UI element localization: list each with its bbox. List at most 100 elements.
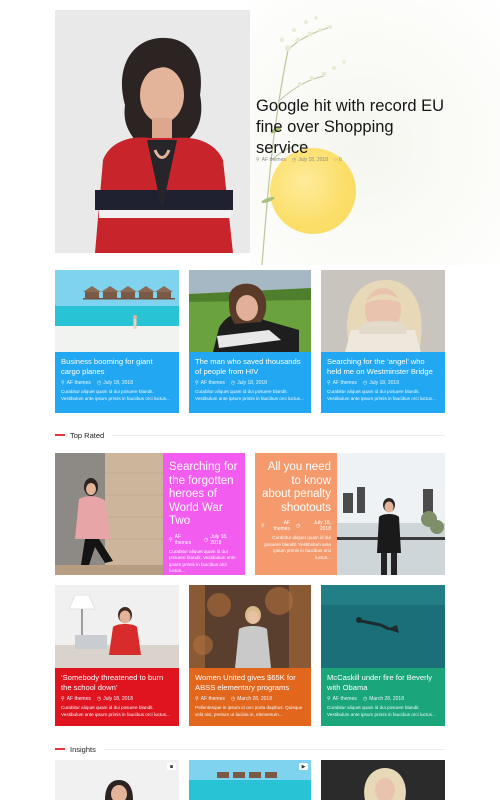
author-name[interactable]: AF themes [333,696,357,702]
comments-meta[interactable]: ○ 0 [334,157,342,163]
feature-excerpt: Curabitur aliquet quam id dui posuere bl… [264,535,331,560]
insight-card[interactable]: ▶ [189,760,311,800]
post-image[interactable] [189,585,311,668]
post-title[interactable]: Women United gives $65K for ABSS element… [195,673,305,693]
feature-meta: ⚲ AF themes ◷ July 18, 2018 [261,520,331,532]
post-image[interactable] [321,585,445,668]
feature-excerpt: Curabitur aliquet quam id dui posuere bl… [169,548,236,574]
post-card[interactable]: ‘Somebody threatened to burn the school … [55,585,179,726]
section-accent-bar [55,434,65,436]
clock-icon: ◷ [230,380,236,386]
post-date: July 18, 2018 [210,533,228,546]
post-body: Women United gives $65K for ABSS element… [189,668,311,726]
author-name[interactable]: AF themes [175,534,198,546]
hero-title[interactable]: Google hit with record EU fine over Shop… [256,96,446,159]
user-icon: ⚲ [256,157,260,163]
insight-card[interactable]: ◙ [55,760,179,800]
post-title[interactable]: The man who saved thousands of people fr… [195,357,305,377]
author-name[interactable]: AF themes [267,520,290,532]
post-card[interactable]: McCaskill under fire for Beverly with Ob… [321,585,445,726]
post-image[interactable] [321,270,445,352]
feature-image[interactable] [55,453,163,575]
post-meta: ⚲ AF themes ◷ March 28, 2018 [327,696,439,702]
author-name[interactable]: AF themes [201,380,225,386]
user-icon: ⚲ [195,696,199,702]
post-image[interactable] [189,270,311,352]
post-body: ‘Somebody threatened to burn the school … [55,668,179,726]
post-card[interactable]: Searching for the ‘angel’ who held me on… [321,270,445,413]
date-meta: ◷ July 18, 2018 [292,157,328,163]
post-title[interactable]: Business booming for giant cargo planes [61,357,173,377]
post-card[interactable]: Women United gives $65K for ABSS element… [189,585,311,726]
hero-image[interactable] [55,10,250,253]
section-title[interactable]: Top Rated [70,431,104,440]
camera-icon: ◙ [167,763,176,770]
post-meta: ⚲ AF themes ◷ July 18, 2018 [61,696,173,702]
post-card[interactable]: The man who saved thousands of people fr… [189,270,311,413]
feature-title[interactable]: Searching for the forgotten heroes of Wo… [169,461,239,529]
feature-image[interactable] [337,453,445,575]
clock-icon: ◷ [291,157,297,163]
section-heading-top-rated: Top Rated [55,430,445,440]
clock-icon: ◷ [295,523,301,529]
author-name[interactable]: AF themes [333,380,357,386]
comment-count[interactable]: 0 [339,157,342,163]
post-image[interactable] [55,270,179,352]
user-icon: ⚲ [261,523,265,529]
post-date: July 18, 2018 [103,380,133,386]
section-divider [103,748,445,750]
post-excerpt: Curabitur aliquet quam id dui posuere bl… [61,389,170,401]
author-name[interactable]: AF themes [201,696,225,702]
feature-title[interactable]: All you need to know about penalty shoot… [261,461,331,515]
section-heading-insights: Insights [55,744,445,754]
feature-content: Searching for the forgotten heroes of Wo… [163,453,245,575]
clock-icon: ◷ [203,536,209,543]
user-icon: ⚲ [327,696,331,702]
feature-card[interactable]: All you need to know about penalty shoot… [255,453,445,575]
post-body: Searching for the ‘angel’ who held me on… [321,352,445,413]
user-icon: ⚲ [169,536,173,543]
post-body: Business booming for giant cargo planes … [55,352,179,413]
post-excerpt: Pellentesque in ipsum id orci porta dapi… [195,705,303,717]
post-excerpt: Curabitur aliquet quam id dui posuere bl… [61,705,170,717]
feature-card[interactable]: Searching for the forgotten heroes of Wo… [55,453,245,575]
post-title[interactable]: ‘Somebody threatened to burn the school … [61,673,173,693]
hero-meta: ⚲ AF themes ◷ July 18, 2018 ○ 0 [256,157,342,163]
clock-icon: ◷ [96,380,102,386]
post-card[interactable]: Business booming for giant cargo planes … [55,270,179,413]
clock-icon: ◷ [96,696,102,702]
post-body: McCaskill under fire for Beverly with Ob… [321,668,445,726]
section-accent-bar [55,748,65,750]
section-title[interactable]: Insights [70,745,96,754]
post-date: July 18, 2018 [237,380,267,386]
post-title[interactable]: Searching for the ‘angel’ who held me on… [327,357,439,377]
user-icon: ⚲ [327,380,331,386]
post-date: July 18, 2018 [103,696,133,702]
post-date: July 18, 2018 [313,520,331,532]
post-title[interactable]: McCaskill under fire for Beverly with Ob… [327,673,439,693]
post-meta: ⚲ AF themes ◷ July 18, 2018 [327,380,439,386]
clock-icon: ◷ [230,696,236,702]
post-meta: ⚲ AF themes ◷ July 18, 2018 [195,380,305,386]
user-icon: ⚲ [61,696,65,702]
author-name[interactable]: AF themes [67,380,91,386]
video-icon: ▶ [299,763,308,770]
insight-card[interactable] [321,760,445,800]
post-date: March 28, 2018 [237,696,272,702]
post-date: July 18, 2018 [298,157,328,163]
author-meta[interactable]: ⚲ AF themes [256,157,286,163]
feature-content: All you need to know about penalty shoot… [255,453,337,575]
post-meta: ⚲ AF themes ◷ July 18, 2018 [61,380,173,386]
user-icon: ⚲ [61,380,65,386]
author-name[interactable]: AF themes [67,696,91,702]
post-date: July 18, 2018 [369,380,399,386]
post-image[interactable] [55,585,179,668]
feature-meta: ⚲ AF themes ◷ July 18, 2018 [169,534,239,546]
post-body: The man who saved thousands of people fr… [189,352,311,413]
author-name[interactable]: AF themes [262,157,286,163]
post-excerpt: Curabitur aliquet quam id dui posuere bl… [195,389,304,401]
clock-icon: ◷ [362,380,368,386]
user-icon: ⚲ [195,380,199,386]
clock-icon: ◷ [362,696,368,702]
section-divider [112,434,445,436]
